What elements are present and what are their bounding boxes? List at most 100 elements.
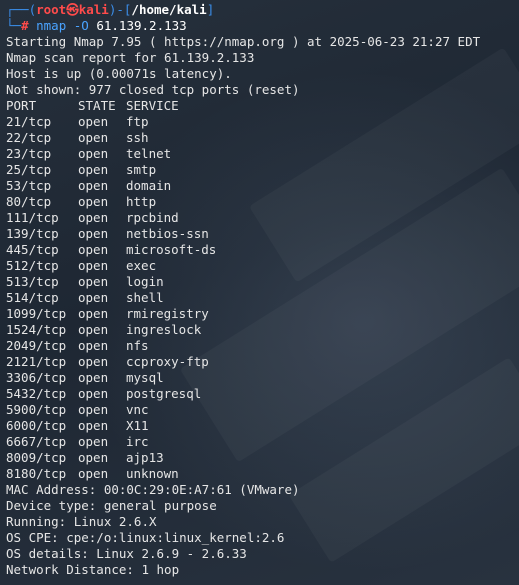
service-cell: ccproxy-ftp (126, 354, 209, 369)
state-cell: open (78, 130, 109, 145)
state-cell: open (78, 418, 109, 433)
prompt-host: kali (78, 2, 109, 17)
port-cell: 1099/tcp (6, 306, 67, 321)
table-row: 445/tcp open microsoft-ds (6, 242, 519, 258)
service-cell: ssh (126, 130, 149, 145)
prompt-open-bracket: ┌──( (6, 2, 37, 17)
table-row: 53/tcp open domain (6, 178, 519, 194)
state-cell: open (78, 162, 109, 177)
table-row: 514/tcp open shell (6, 290, 519, 306)
state-cell: open (78, 450, 109, 465)
table-row: 25/tcp open smtp (6, 162, 519, 178)
output-line: Host is up (0.00071s latency). (6, 66, 232, 81)
service-cell: unknown (126, 466, 179, 481)
output-line: Not shown: 977 closed tcp ports (reset) (6, 82, 300, 97)
port-cell: 53/tcp (6, 178, 52, 193)
command-flag: -O (73, 18, 89, 33)
port-cell: 6667/tcp (6, 434, 67, 449)
port-cell: 25/tcp (6, 162, 52, 177)
port-cell: 6000/tcp (6, 418, 67, 433)
port-cell: 80/tcp (6, 194, 52, 209)
service-cell: X11 (126, 418, 149, 433)
state-cell: open (78, 146, 109, 161)
service-cell: ajp13 (126, 450, 164, 465)
state-cell: open (78, 178, 109, 193)
port-cell: 8180/tcp (6, 466, 67, 481)
table-row: 2121/tcp open ccproxy-ftp (6, 354, 519, 370)
table-row: 5432/tcp open postgresql (6, 386, 519, 402)
table-row: 80/tcp open http (6, 194, 519, 210)
service-cell: mysql (126, 370, 164, 385)
port-table-header: PORT STATE SERVICE (6, 98, 519, 114)
prompt-at-symbol: ㉿ (66, 2, 79, 17)
state-cell: open (78, 386, 109, 401)
service-cell: smtp (126, 162, 157, 177)
service-cell: http (126, 194, 157, 209)
state-cell: open (78, 226, 109, 241)
output-tail: MAC Address: 00:0C:29:0E:A7:61 (VMware) D… (6, 482, 519, 578)
port-cell: 2121/tcp (6, 354, 67, 369)
header-service: SERVICE (126, 98, 179, 113)
table-row: 512/tcp open exec (6, 258, 519, 274)
table-row: 513/tcp open login (6, 274, 519, 290)
service-cell: rpcbind (126, 210, 179, 225)
table-row: 1099/tcp open rmiregistry (6, 306, 519, 322)
service-cell: irc (126, 434, 149, 449)
state-cell: open (78, 338, 109, 353)
prompt-mid: )-[ (108, 2, 132, 17)
port-cell: 2049/tcp (6, 338, 67, 353)
port-cell: 111/tcp (6, 210, 59, 225)
port-cell: 514/tcp (6, 290, 59, 305)
port-table: 21/tcp open ftp 22/tcp open ssh 23/tcp open teln… (6, 114, 519, 482)
state-cell: open (78, 370, 109, 385)
service-cell: rmiregistry (126, 306, 209, 321)
service-cell: vnc (126, 402, 149, 417)
port-cell: 139/tcp (6, 226, 59, 241)
output-line: Running: Linux 2.6.X (6, 514, 157, 529)
port-cell: 8009/tcp (6, 450, 67, 465)
service-cell: login (126, 274, 164, 289)
state-cell: open (78, 258, 109, 273)
port-cell: 513/tcp (6, 274, 59, 289)
port-cell: 5432/tcp (6, 386, 67, 401)
table-row: 8009/tcp open ajp13 (6, 450, 519, 466)
port-cell: 5900/tcp (6, 402, 67, 417)
output-line: Network Distance: 1 hop (6, 562, 180, 577)
command-line: └─# nmap -O 61.139.2.133 (6, 18, 519, 34)
terminal-window[interactable]: ┌──(root㉿kali)-[/home/kali] └─# nmap -O … (0, 0, 519, 585)
table-row: 2049/tcp open nfs (6, 338, 519, 354)
service-cell: shell (126, 290, 164, 305)
command-target: 61.139.2.133 (96, 18, 187, 33)
table-row: 21/tcp open ftp (6, 114, 519, 130)
port-cell: 445/tcp (6, 242, 59, 257)
table-row: 1524/tcp open ingreslock (6, 322, 519, 338)
state-cell: open (78, 274, 109, 289)
port-cell: 23/tcp (6, 146, 52, 161)
header-state: STATE (78, 98, 116, 113)
state-cell: open (78, 322, 109, 337)
service-cell: postgresql (126, 386, 202, 401)
output-line: Device type: general purpose (6, 498, 217, 513)
state-cell: open (78, 306, 109, 321)
state-cell: open (78, 242, 109, 257)
service-cell: ftp (126, 114, 149, 129)
output-line: Nmap scan report for 61.139.2.133 (6, 50, 255, 65)
port-cell: 512/tcp (6, 258, 59, 273)
terminal-content: ┌──(root㉿kali)-[/home/kali] └─# nmap -O … (6, 2, 519, 578)
prompt-hash-symbol: # (21, 18, 29, 33)
table-row: 8180/tcp open unknown (6, 466, 519, 482)
state-cell: open (78, 194, 109, 209)
port-cell: 1524/tcp (6, 322, 67, 337)
output-line: Starting Nmap 7.95 ( https://nmap.org ) … (6, 34, 481, 49)
state-cell: open (78, 290, 109, 305)
state-cell: open (78, 466, 109, 481)
output-head: Starting Nmap 7.95 ( https://nmap.org ) … (6, 34, 519, 98)
prompt-user: root (36, 2, 67, 17)
state-cell: open (78, 114, 109, 129)
prompt-close: ] (206, 2, 215, 17)
prompt-path: /home/kali (131, 2, 207, 17)
port-cell: 21/tcp (6, 114, 52, 129)
state-cell: open (78, 402, 109, 417)
port-cell: 3306/tcp (6, 370, 67, 385)
table-row: 6000/tcp open X11 (6, 418, 519, 434)
